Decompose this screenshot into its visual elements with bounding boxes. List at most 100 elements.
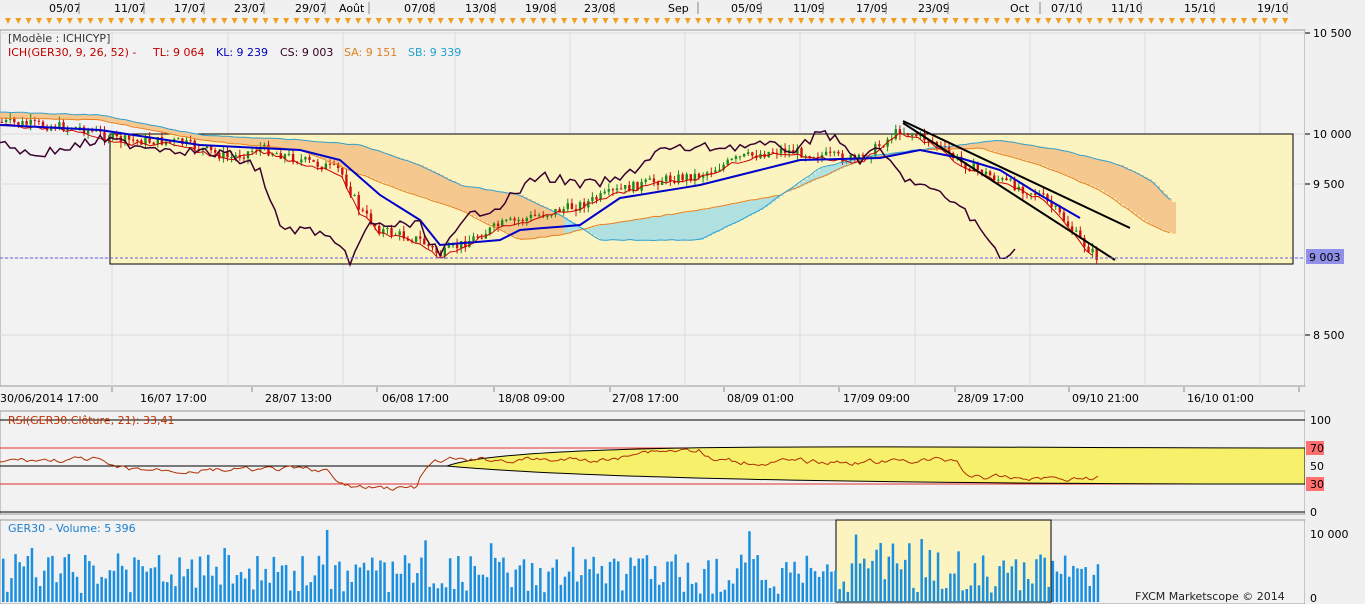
volume-bar: [26, 556, 30, 602]
top-date-label: 05/09: [731, 2, 763, 15]
volume-bar: [990, 592, 993, 602]
volume-bar: [313, 575, 317, 602]
volume-bar: [559, 584, 563, 602]
candle-body: [529, 214, 533, 218]
volume-bar: [596, 573, 599, 602]
candle-body: [103, 131, 106, 141]
top-date-label: 11/10: [1111, 2, 1143, 15]
candle-body: [423, 238, 426, 245]
cloud-slice: [1100, 160, 1104, 190]
cloud-slice: [744, 201, 748, 218]
cloud-slice: [1164, 194, 1168, 231]
volume-bar: [79, 592, 83, 602]
volume-bar: [305, 585, 308, 602]
volume-bar: [764, 579, 768, 602]
volume-bar: [96, 583, 99, 602]
volume-bar: [842, 581, 845, 602]
cloud-slice: [224, 136, 228, 143]
volume-bar: [67, 554, 71, 602]
cloud-slice: [212, 135, 216, 142]
candle-body: [1009, 179, 1012, 181]
candle-body: [878, 144, 881, 147]
volume-bar: [174, 586, 177, 602]
candle-body: [177, 138, 180, 140]
cloud-slice: [276, 138, 280, 148]
chart-canvas[interactable]: 05/07 11/07 17/07 23/07 29/07 Août 07/08 13/08 1…: [0, 0, 1365, 604]
volume-bar: [768, 588, 772, 602]
volume-bar: [666, 561, 669, 602]
volume-bar: [161, 581, 165, 602]
volume-bar: [571, 546, 575, 602]
volume-bar: [567, 571, 571, 602]
cloud-slice: [44, 113, 48, 119]
volume-bar: [395, 573, 399, 602]
volume-bar: [789, 572, 792, 602]
cloud-slice: [64, 113, 68, 120]
candle-body: [287, 154, 291, 156]
volume-bar: [871, 560, 874, 602]
volume-bar: [760, 580, 763, 602]
volume-bar: [223, 547, 226, 602]
volume-bar: [170, 574, 173, 602]
volume-bar: [444, 587, 448, 602]
volume-bar: [453, 588, 456, 602]
volume-bar: [576, 581, 579, 602]
candle-body: [214, 149, 217, 153]
cloud-slice: [728, 204, 732, 226]
cloud-slice: [60, 113, 64, 120]
candle-body: [414, 236, 418, 242]
candle-body: [316, 161, 319, 167]
cloud-slice: [724, 205, 728, 228]
cloud-slice: [1120, 165, 1124, 204]
cloud-slice: [680, 213, 684, 240]
volume-bar: [899, 569, 903, 602]
candle-body: [308, 157, 311, 160]
rsi-tick-label: 30: [1310, 478, 1324, 491]
cloud-slice: [548, 209, 552, 237]
candle-body: [513, 218, 516, 221]
cloud-slice: [996, 140, 1000, 153]
candle-body: [906, 133, 910, 136]
cloud-slice: [668, 214, 672, 240]
volume-bar: [744, 562, 747, 602]
bottom-date-label: 08/09 01:00: [727, 392, 794, 405]
volume-bar: [604, 583, 608, 602]
volume-bar: [932, 580, 936, 602]
volume-bar: [863, 558, 866, 602]
cloud-slice: [1092, 158, 1096, 187]
volume-bar: [953, 573, 956, 602]
cloud-slice: [972, 143, 976, 149]
rsi-label: RSI(GER30.Clôture, 21): 33,41: [8, 414, 175, 427]
volume-bar: [338, 561, 341, 602]
volume-bar: [10, 578, 13, 602]
cloud-slice: [676, 213, 680, 240]
candle-body: [386, 228, 389, 230]
candle-body: [353, 195, 356, 197]
candle-body: [209, 146, 213, 150]
volume-bar: [522, 559, 526, 602]
candle-body: [189, 140, 192, 142]
cloud-slice: [688, 211, 692, 240]
candle-body: [984, 171, 988, 175]
cloud-slice: [656, 216, 660, 240]
volume-bar: [440, 583, 444, 602]
candle-body: [365, 210, 369, 214]
volume-bar: [924, 577, 927, 602]
volume-bar: [342, 591, 345, 602]
cloud-slice: [644, 218, 648, 240]
cloud-slice: [628, 220, 632, 240]
volume-bar: [330, 588, 333, 602]
candle-body: [993, 175, 996, 181]
volume-bar: [88, 561, 91, 602]
top-date-label: 11/07: [114, 2, 146, 15]
cloud-slice: [256, 137, 260, 146]
rsi-tick-label: 0: [1310, 506, 1317, 519]
volume-bar: [235, 575, 239, 602]
volume-bar: [219, 584, 222, 602]
cs-label: CS: 9 003: [280, 46, 333, 59]
cloud-slice: [1028, 144, 1032, 162]
bottom-date-label: 30/06/2014 17:00: [0, 392, 99, 405]
cloud-slice: [392, 155, 396, 187]
volume-bar: [940, 588, 944, 602]
volume-bar: [916, 592, 919, 602]
